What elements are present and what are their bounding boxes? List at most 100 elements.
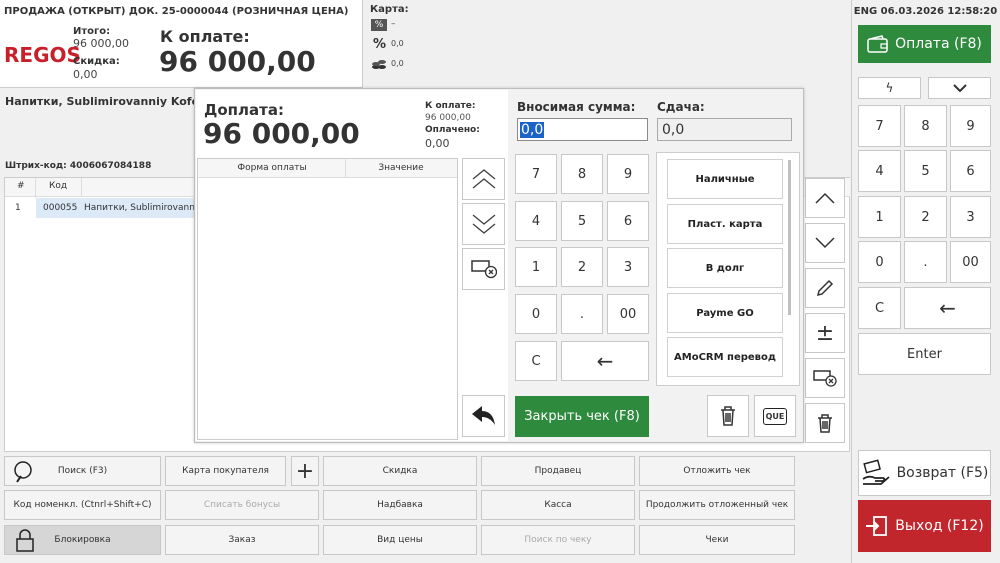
lightning-icon: ϟ — [885, 81, 894, 95]
double-chevron-down-icon — [471, 213, 497, 235]
key-3[interactable]: 3 — [950, 196, 991, 238]
dialog-key-2[interactable]: 2 — [561, 247, 603, 287]
coins-icon — [371, 56, 387, 75]
remove-card-icon — [470, 259, 497, 279]
itogo-label: Итого: — [73, 26, 111, 37]
scroll-down-button[interactable] — [805, 223, 845, 263]
enter-button[interactable]: Enter — [858, 333, 991, 375]
deposit-label: Вносимая сумма: — [517, 100, 636, 114]
lock-button[interactable]: Блокировка — [4, 525, 161, 555]
dialog-key-6[interactable]: 6 — [607, 201, 649, 241]
price-type-button[interactable]: Вид цены — [323, 525, 477, 555]
method-amocrm[interactable]: AMoCRM перевод — [667, 337, 783, 377]
payments-up-button[interactable] — [462, 158, 505, 200]
scroll-up-button[interactable] — [805, 178, 845, 218]
deposit-input[interactable]: 0,0 — [517, 118, 648, 141]
search-button[interactable]: Поиск (F3) — [4, 456, 161, 486]
doc-title: ПРОДАЖА (ОТКРЫТ) ДОК. 25-0000044 (РОЗНИЧ… — [4, 6, 349, 17]
lock-icon — [13, 529, 37, 553]
dialog-key-8[interactable]: 8 — [561, 154, 603, 194]
dialog-k-oplate-value: 96 000,00 — [425, 113, 471, 123]
continue-postponed-button[interactable]: Продолжить отложенный чек — [639, 490, 795, 520]
key-backspace[interactable]: ← — [904, 287, 991, 329]
remove-item-button[interactable] — [805, 358, 845, 398]
barcode-label: Штрих-код: 4006067084188 — [5, 161, 152, 171]
dialog-key-7[interactable]: 7 — [515, 154, 557, 194]
col-payment-form: Форма оплаты — [237, 163, 307, 173]
method-cash[interactable]: Наличные — [667, 159, 783, 199]
trash-icon — [816, 413, 834, 433]
edit-button[interactable] — [805, 268, 845, 308]
dialog-key-00[interactable]: 00 — [607, 294, 649, 334]
close-check-button[interactable]: Закрыть чек (F8) — [515, 396, 649, 437]
postpone-check-button[interactable]: Отложить чек — [639, 456, 795, 486]
dialog-key-dot[interactable]: . — [561, 294, 603, 334]
key-clear[interactable]: C — [858, 287, 901, 329]
order-button[interactable]: Заказ — [165, 525, 319, 555]
key-00[interactable]: 00 — [950, 241, 991, 283]
dialog-key-4[interactable]: 4 — [515, 201, 557, 241]
methods-scrollbar[interactable] — [788, 160, 791, 315]
method-payme[interactable]: Payme GO — [667, 293, 783, 333]
col-divider — [81, 178, 82, 197]
key-6[interactable]: 6 — [950, 150, 991, 192]
key-8[interactable]: 8 — [904, 105, 947, 147]
product-name: Напитки, Sublimirovanniy Kofe I — [5, 95, 207, 108]
key-2[interactable]: 2 — [904, 196, 947, 238]
pay-button[interactable]: Оплата (F8) — [858, 25, 991, 63]
checks-button[interactable]: Чеки — [639, 525, 795, 555]
markup-button[interactable]: Надбавка — [323, 490, 477, 520]
expand-button[interactable] — [928, 77, 991, 99]
undo-button[interactable] — [462, 395, 505, 437]
discount-button[interactable]: Скидка — [323, 456, 477, 486]
cashbox-button[interactable]: Касса — [481, 490, 635, 520]
dialog-k-oplate-label: К оплате: — [425, 101, 476, 111]
exit-button[interactable]: Выход (F12) — [858, 500, 991, 552]
lock-label: Блокировка — [54, 535, 111, 545]
dialog-key-backspace[interactable]: ← — [561, 341, 649, 381]
key-dot[interactable]: . — [904, 241, 947, 283]
method-debt[interactable]: В долг — [667, 248, 783, 288]
que-button[interactable]: QUE — [754, 395, 796, 437]
skidka-value: 0,00 — [73, 68, 98, 81]
key-5[interactable]: 5 — [904, 150, 947, 192]
add-customer-button[interactable]: + — [291, 456, 319, 486]
magnifier-icon — [13, 460, 37, 484]
flash-button[interactable]: ϟ — [858, 77, 921, 99]
seller-button[interactable]: Продавец — [481, 456, 635, 486]
payments-down-button[interactable] — [462, 203, 505, 245]
col-num-header: # — [17, 181, 25, 191]
percent-badge: % — [371, 19, 387, 31]
delete-payment-button[interactable] — [707, 395, 749, 437]
key-0[interactable]: 0 — [858, 241, 901, 283]
pay-label: Оплата (F8) — [895, 36, 982, 52]
col-code-header: Код — [49, 181, 68, 191]
key-1[interactable]: 1 — [858, 196, 901, 238]
nomenclature-code-button[interactable]: Код номенкл. (Ctnrl+Shift+C) — [4, 490, 161, 520]
method-card[interactable]: Пласт. карта — [667, 204, 783, 244]
double-chevron-up-icon — [471, 168, 497, 190]
dialog-key-0[interactable]: 0 — [515, 294, 557, 334]
dialog-key-1[interactable]: 1 — [515, 247, 557, 287]
dialog-key-clear[interactable]: C — [515, 341, 557, 381]
return-button[interactable]: Возврат (F5) — [858, 450, 991, 496]
percent-value: 0,0 — [391, 39, 404, 48]
change-label: Сдача: — [657, 100, 705, 114]
quantity-button[interactable]: ± — [805, 313, 845, 353]
que-icon: QUE — [762, 407, 788, 425]
dialog-key-3[interactable]: 3 — [607, 247, 649, 287]
dialog-key-9[interactable]: 9 — [607, 154, 649, 194]
key-7[interactable]: 7 — [858, 105, 901, 147]
dialog-key-5[interactable]: 5 — [561, 201, 603, 241]
search-by-check-button[interactable]: Поиск по чеку — [481, 525, 635, 555]
key-4[interactable]: 4 — [858, 150, 901, 192]
remove-payment-button[interactable] — [462, 248, 505, 290]
write-off-bonus-button[interactable]: Списать бонусы — [165, 490, 319, 520]
pencil-icon — [815, 278, 835, 298]
return-label: Возврат (F5) — [896, 465, 989, 481]
delete-item-button[interactable] — [805, 403, 845, 443]
card-panel — [364, 0, 850, 88]
regos-logo: REGOS — [4, 43, 81, 67]
customer-card-button[interactable]: Карта покупателя — [165, 456, 286, 486]
key-9[interactable]: 9 — [950, 105, 991, 147]
